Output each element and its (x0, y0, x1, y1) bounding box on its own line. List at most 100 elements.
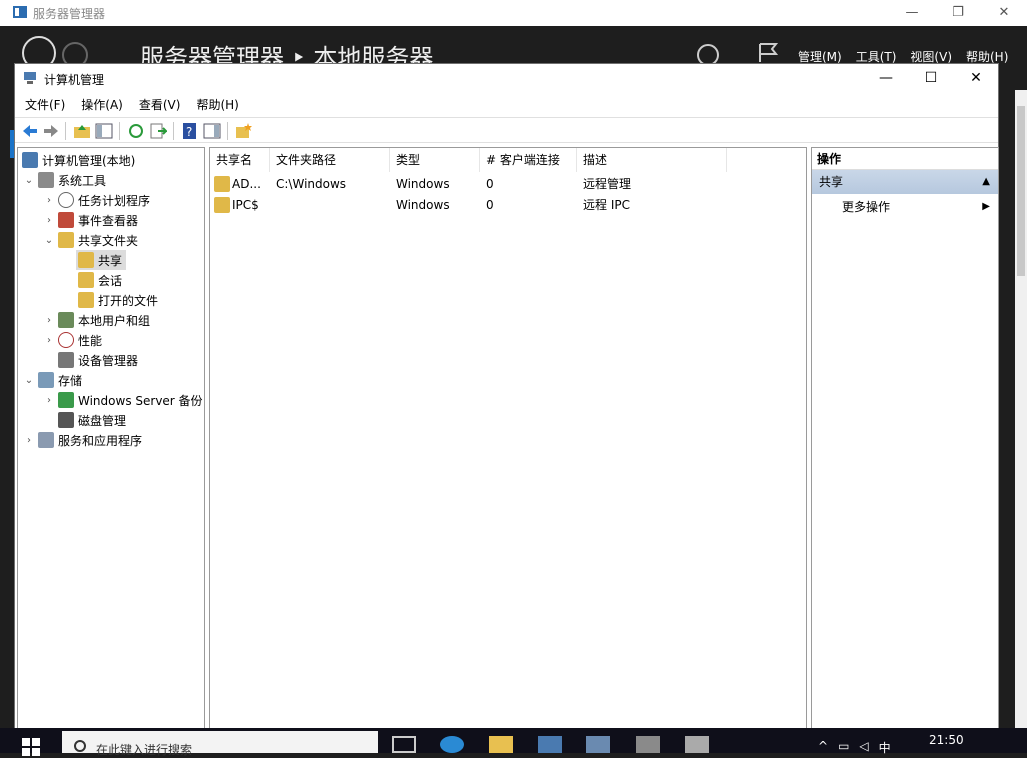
column-header-description[interactable]: 描述 (577, 148, 727, 172)
chevron-right-icon[interactable]: › (42, 195, 56, 206)
services-icon (38, 432, 54, 448)
edge-icon[interactable] (440, 736, 464, 753)
device-manager-icon (58, 352, 74, 368)
task-view-icon[interactable] (392, 736, 416, 753)
file-explorer-icon[interactable] (489, 736, 513, 753)
svg-text:?: ? (186, 125, 192, 139)
tools-icon (38, 172, 54, 188)
menu-action[interactable]: 操作(A) (81, 93, 123, 117)
network-icon[interactable]: ▭ (838, 739, 849, 756)
minimize-icon[interactable]: — (863, 64, 909, 93)
server-manager-taskbar-icon[interactable] (538, 736, 562, 753)
column-header-folder-path[interactable]: 文件夹路径 (270, 148, 390, 172)
chevron-down-icon[interactable]: ⌄ (22, 375, 36, 386)
refresh-icon[interactable] (127, 122, 145, 140)
close-icon[interactable]: ✕ (953, 64, 999, 93)
actions-pane: 操作 共享 ▲ 更多操作 ▶ (811, 147, 999, 734)
tree-item-disk-management[interactable]: 磁盘管理 (56, 410, 126, 430)
show-hide-tree-icon[interactable] (95, 122, 113, 140)
close-icon[interactable]: ✕ (981, 0, 1027, 26)
row-clients: 0 (486, 198, 494, 212)
row-share-name: IPC$ (232, 198, 259, 212)
collapse-up-icon[interactable]: ▲ (982, 170, 990, 194)
column-header-share-name[interactable]: 共享名 (210, 148, 270, 172)
tree-item-shares[interactable]: 共享 (76, 250, 127, 270)
app-taskbar-icon[interactable] (636, 736, 660, 753)
row-folder-path: C:\Windows (276, 177, 347, 191)
column-header-type[interactable]: 类型 (390, 148, 480, 172)
row-type: Windows (396, 198, 450, 212)
clock[interactable]: 21:50 (929, 733, 964, 747)
tree-item-open-files[interactable]: 打开的文件 (76, 290, 158, 310)
windows-start-icon[interactable] (22, 738, 40, 756)
minimize-icon[interactable]: — (889, 0, 935, 26)
toolbar: ? (15, 117, 998, 143)
open-files-icon (78, 292, 94, 308)
storage-icon (38, 372, 54, 388)
share-icon (78, 252, 94, 268)
scrollbar-thumb[interactable] (1017, 106, 1025, 276)
row-description: 远程管理 (583, 177, 632, 191)
share-icon (214, 176, 230, 192)
tree-item-system-tools[interactable]: ⌄ 系统工具 (22, 170, 106, 190)
computer-management-window: 计算机管理 — ☐ ✕ 文件(F) 操作(A) 查看(V) 帮助(H) ? 计算… (14, 63, 999, 734)
actions-header: 操作 (812, 148, 998, 170)
backup-icon (58, 392, 74, 408)
chevron-right-icon[interactable]: › (22, 435, 36, 446)
shares-list: 共享名 文件夹路径 类型 # 客户端连接 描述 AD... C:\Windows… (209, 147, 807, 734)
tree-item-event-viewer[interactable]: › 事件查看器 (42, 210, 138, 230)
tree-item-task-scheduler[interactable]: › 任务计划程序 (42, 190, 150, 210)
export-list-icon[interactable] (149, 122, 167, 140)
back-icon[interactable] (21, 122, 39, 140)
server-manager-titlebar (0, 0, 1027, 26)
restore-icon[interactable]: ❐ (935, 0, 981, 26)
chevron-right-icon[interactable]: › (42, 215, 56, 226)
tree-item-windows-server-backup[interactable]: › Windows Server 备份 (42, 390, 203, 410)
system-tray: ^ ▭ ◁ 中 (818, 739, 891, 756)
forward-icon[interactable] (42, 122, 60, 140)
share-icon (214, 197, 230, 213)
actions-section-share[interactable]: 共享 ▲ (812, 170, 998, 194)
app-taskbar-icon-2[interactable] (685, 736, 709, 753)
tree-item-local-users[interactable]: › 本地用户和组 (42, 310, 150, 330)
new-share-icon[interactable] (235, 122, 253, 140)
sessions-icon (78, 272, 94, 288)
performance-icon (58, 332, 74, 348)
notification-flag-icon[interactable] (758, 42, 782, 64)
chevron-down-icon[interactable]: ⌄ (22, 175, 36, 186)
column-header-clients[interactable]: # 客户端连接 (480, 148, 577, 172)
navigation-tree: 计算机管理(本地) ⌄ 系统工具 › 任务计划程序 › 事件查看器 ⌄ 共享文件夹 共享… (17, 147, 205, 734)
show-hide-action-pane-icon[interactable] (203, 122, 221, 140)
server-manager-icon (13, 6, 27, 18)
chevron-right-icon: ▶ (982, 201, 990, 212)
maximize-icon[interactable]: ☐ (908, 64, 954, 93)
more-actions-item[interactable]: 更多操作 ▶ (812, 196, 998, 218)
search-placeholder: 在此键入进行搜索 (96, 743, 193, 757)
chevron-right-icon[interactable]: › (42, 335, 56, 346)
up-folder-icon[interactable] (73, 122, 91, 140)
computer-management-icon (24, 72, 36, 84)
computer-management-taskbar-icon[interactable] (586, 736, 610, 753)
chevron-up-icon[interactable]: ^ (818, 739, 828, 756)
clock-icon (58, 192, 74, 208)
help-icon[interactable]: ? (181, 122, 199, 140)
tree-item-services-apps[interactable]: › 服务和应用程序 (22, 430, 142, 450)
menu-help[interactable]: 帮助(H) (196, 93, 238, 117)
chevron-right-icon[interactable]: › (42, 395, 56, 406)
volume-icon[interactable]: ◁ (859, 739, 868, 756)
menubar: 文件(F) 操作(A) 查看(V) 帮助(H) (15, 93, 998, 117)
server-manager-window-controls: — ❐ ✕ (889, 0, 1027, 26)
tree-item-device-manager[interactable]: 设备管理器 (56, 350, 138, 370)
window-titlebar: 计算机管理 — ☐ ✕ (15, 64, 998, 93)
tree-item-sessions[interactable]: 会话 (76, 270, 122, 290)
tree-item-performance[interactable]: › 性能 (42, 330, 102, 350)
tree-item-root[interactable]: 计算机管理(本地) (22, 150, 135, 170)
menu-file[interactable]: 文件(F) (25, 93, 65, 117)
menu-view[interactable]: 查看(V) (139, 93, 181, 117)
tree-item-storage[interactable]: ⌄ 存储 (22, 370, 82, 390)
computer-icon (22, 152, 38, 168)
tree-item-shared-folders[interactable]: ⌄ 共享文件夹 (42, 230, 138, 250)
ime-indicator[interactable]: 中 (879, 739, 891, 756)
chevron-down-icon[interactable]: ⌄ (42, 235, 56, 246)
chevron-right-icon[interactable]: › (42, 315, 56, 326)
